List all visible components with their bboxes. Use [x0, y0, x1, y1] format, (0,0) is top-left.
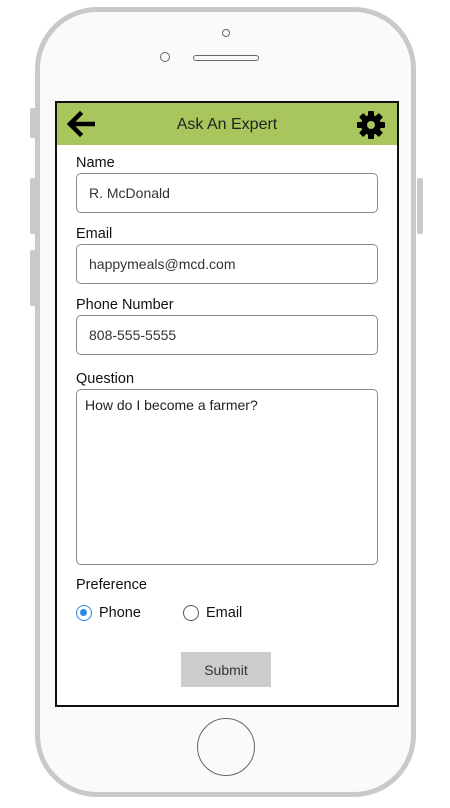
gear-icon[interactable]: [356, 110, 386, 140]
page-title: Ask An Expert: [176, 116, 278, 133]
volume-up-button: [30, 178, 36, 234]
app-header: Ask An Expert: [57, 103, 397, 145]
radio-label-email: Email: [206, 605, 243, 621]
earpiece-speaker: [193, 55, 259, 61]
name-field[interactable]: [76, 173, 378, 213]
front-camera: [222, 29, 230, 37]
proximity-sensor: [160, 52, 170, 62]
radio-label-phone: Phone: [99, 605, 141, 621]
phone-field[interactable]: [76, 315, 378, 355]
app-screen: Ask An Expert Name Email Phone Number Qu…: [55, 101, 399, 707]
mute-switch: [30, 108, 36, 138]
radio-button-email[interactable]: [183, 605, 199, 621]
home-button[interactable]: [197, 718, 255, 776]
phone-label: Phone Number: [76, 297, 174, 313]
email-label: Email: [76, 226, 113, 242]
name-label: Name: [76, 155, 115, 171]
volume-down-button: [30, 250, 36, 306]
preference-label: Preference: [76, 577, 147, 593]
power-button: [417, 178, 423, 234]
radio-button-phone[interactable]: [76, 605, 92, 621]
email-field[interactable]: [76, 244, 378, 284]
submit-button[interactable]: Submit: [181, 652, 271, 687]
question-label: Question: [76, 371, 135, 387]
question-field[interactable]: How do I become a farmer?: [76, 389, 378, 565]
